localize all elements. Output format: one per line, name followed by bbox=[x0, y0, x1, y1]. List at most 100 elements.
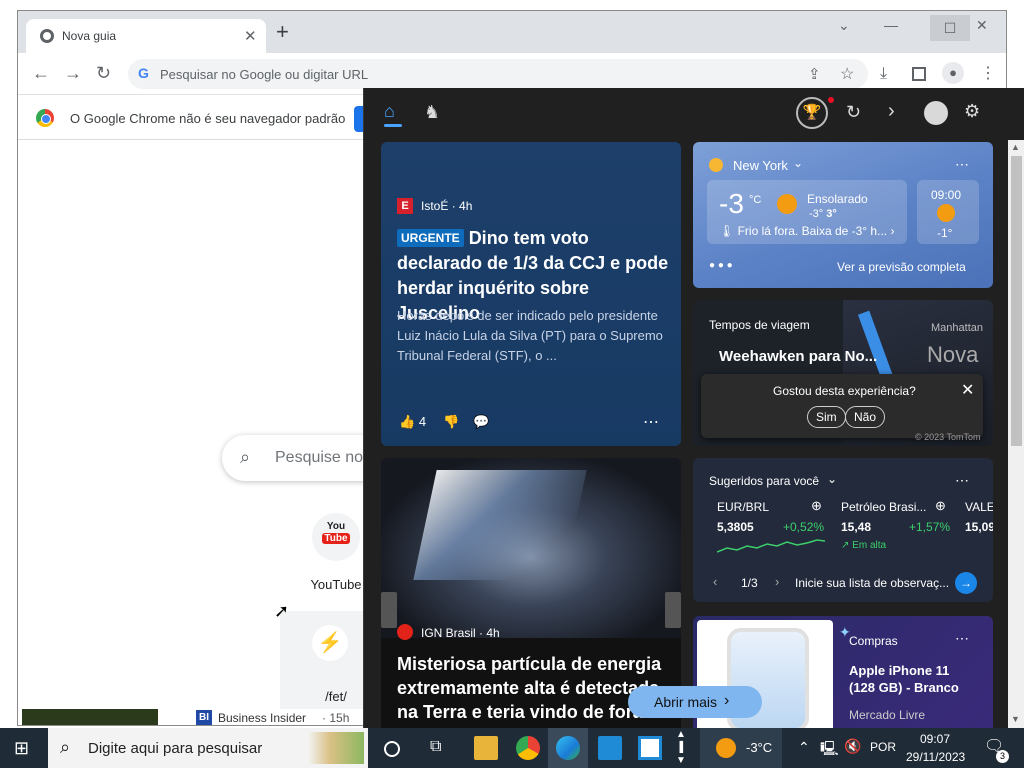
bottom-news-item[interactable]: BI Business Insider · 15h bbox=[194, 709, 380, 725]
minimize-button[interactable]: — bbox=[884, 17, 898, 33]
open-more-label: Abrir mais bbox=[654, 694, 718, 710]
taskbar-search-box[interactable]: ⌕ Digite aqui para pesquisar bbox=[48, 728, 368, 768]
settings-icon[interactable]: ⚙ bbox=[964, 101, 980, 122]
business-insider-icon: BI bbox=[196, 710, 212, 725]
clock-date[interactable]: 29/11/2023 bbox=[906, 750, 965, 764]
mail-icon[interactable] bbox=[598, 736, 622, 760]
news-app-icon[interactable] bbox=[638, 736, 662, 760]
tab-search-chevron-icon[interactable]: ⌄ bbox=[838, 17, 850, 34]
close-window-button[interactable]: ✕ bbox=[976, 17, 988, 34]
file-explorer-icon[interactable] bbox=[474, 736, 498, 760]
weather-card[interactable]: New York ⌄ ⋯ -3 °C Ensolarado -3° 3° 🌡 F… bbox=[693, 142, 993, 288]
clock-time[interactable]: 09:07 bbox=[920, 732, 950, 746]
hourly-forecast[interactable]: 09:00 -1° bbox=[917, 180, 979, 244]
close-tab-icon[interactable]: ✕ bbox=[244, 27, 257, 45]
close-icon[interactable]: ✕ bbox=[961, 380, 974, 400]
open-more-button[interactable]: Abrir mais › bbox=[628, 686, 762, 718]
trophy-icon[interactable]: 🏆 bbox=[796, 97, 828, 129]
chevron-right-icon[interactable]: › bbox=[888, 100, 895, 123]
news-image bbox=[381, 458, 681, 638]
traffic-route[interactable]: Weehawken para No... bbox=[719, 348, 877, 365]
more-options-icon[interactable]: ⋯ bbox=[955, 472, 969, 489]
urgent-badge: URGENTE bbox=[397, 229, 464, 247]
news-thumbnail bbox=[22, 709, 158, 725]
add-icon[interactable]: ⊕ bbox=[935, 498, 946, 514]
weather-note: 🌡 Frio lá fora. Baixa de -3° h... › bbox=[719, 224, 895, 238]
youtube-icon: You Tube bbox=[312, 513, 360, 561]
news-headline[interactable]: Misteriosa partícula de energia extremam… bbox=[397, 652, 667, 724]
language-indicator[interactable]: POR bbox=[870, 740, 896, 754]
add-icon[interactable]: ⊕ bbox=[811, 498, 822, 514]
taskbar-weather[interactable]: -3°C bbox=[700, 728, 782, 768]
news-summary: Horas depois de ser indicado pelo presid… bbox=[397, 308, 663, 363]
chevron-down-icon[interactable]: ⌄ bbox=[827, 472, 837, 486]
product-title[interactable]: Apple iPhone 11 (128 GB) - Branco bbox=[849, 662, 979, 696]
market-name: EUR/BRL bbox=[717, 500, 770, 514]
volume-muted-icon[interactable]: 🔇 bbox=[844, 738, 861, 755]
feedback-popup: Gostou desta experiência? ✕ Sim Não bbox=[701, 374, 983, 438]
profile-icon[interactable]: ● bbox=[942, 62, 964, 84]
task-view-icon[interactable]: ⧉ bbox=[430, 738, 441, 756]
more-options-icon[interactable]: ⋯ bbox=[955, 156, 969, 173]
new-tab-button[interactable]: + bbox=[276, 21, 289, 43]
feedback-yes-button[interactable]: Sim bbox=[807, 406, 846, 428]
profile-icon[interactable] bbox=[924, 101, 948, 125]
reload-icon[interactable]: ↻ bbox=[96, 63, 111, 84]
chevron-right-icon: › bbox=[724, 692, 730, 709]
network-icon[interactable]: 🖳 bbox=[820, 738, 839, 762]
comment-icon[interactable]: 💬 bbox=[473, 414, 489, 430]
market-value: 15,09 bbox=[965, 520, 993, 534]
cortana-icon[interactable] bbox=[384, 741, 400, 757]
chevron-right-icon[interactable]: › bbox=[775, 574, 779, 589]
market-value: 15,48 bbox=[841, 520, 872, 534]
scroll-up-icon[interactable]: ▲ bbox=[1011, 142, 1020, 152]
bookmark-star-icon[interactable]: ☆ bbox=[840, 64, 854, 84]
side-panel-icon[interactable] bbox=[912, 67, 926, 81]
chrome-icon[interactable] bbox=[516, 736, 540, 760]
forecast-hour: 09:00 bbox=[931, 188, 962, 202]
watchlist-cta[interactable]: Inicie sua lista de observaç... bbox=[795, 576, 949, 590]
more-menu-icon[interactable]: ⋮ bbox=[980, 63, 996, 83]
download-icon[interactable]: ⤓ bbox=[880, 65, 887, 83]
refresh-icon[interactable]: ↻ bbox=[846, 102, 861, 123]
arrow-right-icon[interactable]: → bbox=[955, 572, 977, 594]
windows-start-icon[interactable]: ⊞ bbox=[14, 738, 29, 759]
scroll-toolbar-icon[interactable]: ▲ ▐ ▼ bbox=[676, 728, 686, 767]
market-item-petroleo[interactable]: Petróleo Brasi... ⊕ 15,48 +1,57% ↗ Em al… bbox=[841, 498, 953, 560]
bottom-news-age: · 15h bbox=[322, 711, 350, 725]
traffic-title: Tempos de viagem bbox=[709, 318, 810, 332]
market-item-vale[interactable]: VALE 15,09 bbox=[965, 500, 993, 560]
dislike-icon[interactable]: 👎 bbox=[443, 414, 459, 430]
back-icon[interactable]: ← bbox=[32, 63, 50, 84]
scrollbar-thumb[interactable] bbox=[1011, 156, 1022, 446]
scroll-down-icon[interactable]: ▼ bbox=[1011, 714, 1020, 724]
news-card-1[interactable]: E IstoÉ · 4h URGENTE Dino tem voto decla… bbox=[381, 142, 681, 446]
home-icon[interactable]: ⌂ bbox=[384, 102, 402, 120]
maximize-button[interactable]: ☐ bbox=[930, 15, 970, 41]
chevron-down-icon[interactable]: ⌄ bbox=[793, 156, 803, 170]
weather-city[interactable]: New York bbox=[733, 158, 788, 173]
current-temp: -3 bbox=[719, 188, 744, 219]
chess-knight-icon[interactable]: ♞ bbox=[424, 102, 440, 123]
carousel-next-button[interactable] bbox=[665, 592, 681, 628]
news-interests-flyout: ⌂ ♞ 🏆 ↻ › ⚙ E IstoÉ · 4h URGENTE Dino te… bbox=[363, 88, 1024, 728]
forward-icon[interactable]: → bbox=[64, 63, 82, 84]
markets-card[interactable]: Sugeridos para você ⌄ ⋯ EUR/BRL ⊕ 5,3805… bbox=[693, 458, 993, 602]
more-options-icon[interactable]: ⋯ bbox=[955, 630, 969, 647]
full-forecast-link[interactable]: Ver a previsão completa bbox=[837, 260, 966, 274]
tab-new-tab[interactable]: Nova guia ✕ bbox=[26, 19, 266, 53]
traffic-card[interactable]: Manhattan Nova Tempos de viagem Weehawke… bbox=[693, 300, 993, 446]
edge-icon[interactable] bbox=[556, 736, 580, 760]
more-options-icon[interactable]: ⋯ bbox=[643, 412, 659, 432]
like-button[interactable]: 👍 4 bbox=[399, 414, 426, 430]
feedback-no-button[interactable]: Não bbox=[845, 406, 886, 428]
search-icon: ⌕ bbox=[240, 447, 251, 467]
carousel-prev-button[interactable] bbox=[381, 592, 397, 628]
taskbar-temp: -3°C bbox=[746, 740, 773, 755]
istoe-logo-icon: E bbox=[397, 198, 413, 214]
market-item-eurbrl[interactable]: EUR/BRL ⊕ 5,3805 +0,52% bbox=[717, 498, 829, 560]
chevron-up-icon[interactable]: ⌃ bbox=[798, 739, 810, 756]
chevron-left-icon[interactable]: ‹ bbox=[713, 574, 717, 589]
omnibox[interactable]: G Pesquisar no Google ou digitar URL ⇪ ☆ bbox=[128, 59, 868, 89]
share-icon[interactable]: ⇪ bbox=[808, 65, 821, 83]
